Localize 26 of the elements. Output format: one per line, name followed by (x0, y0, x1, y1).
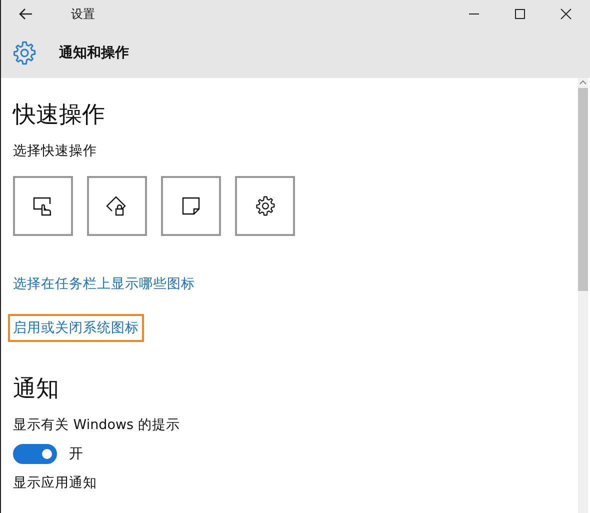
tablet-touch-icon (32, 195, 54, 217)
page-title: 通知和操作 (59, 44, 129, 62)
rotation-lock-icon (106, 195, 128, 217)
settings-icon (254, 195, 276, 217)
section-heading: 快速操作 (13, 101, 106, 130)
note-icon (180, 195, 202, 217)
section-label: 选择快速操作 (13, 142, 98, 160)
quick-action-tile[interactable] (87, 176, 147, 236)
toggle-switch[interactable] (13, 444, 57, 464)
toggle-state: 开 (69, 445, 83, 463)
link[interactable]: 选择在任务栏上显示哪些图标 (8, 270, 200, 298)
link[interactable]: 启用或关闭系统图标 (8, 314, 144, 342)
quick-action-tile[interactable] (235, 176, 295, 236)
scroll-up-icon[interactable] (579, 80, 587, 85)
section-heading: 通知 (13, 375, 60, 404)
scrollbar[interactable] (578, 78, 588, 513)
close-icon[interactable] (560, 8, 572, 20)
settings-icon (11, 40, 37, 66)
window-title: 设置 (71, 6, 95, 22)
back-icon[interactable] (19, 8, 33, 20)
quick-action-tile[interactable] (161, 176, 221, 236)
setting-label: 显示有关 Windows 的提示 (13, 416, 181, 434)
quick-action-tile[interactable] (13, 176, 73, 236)
scrollbar-thumb[interactable] (578, 88, 588, 291)
setting-label: 显示应用通知 (13, 474, 98, 492)
maximize-icon[interactable] (514, 8, 526, 20)
